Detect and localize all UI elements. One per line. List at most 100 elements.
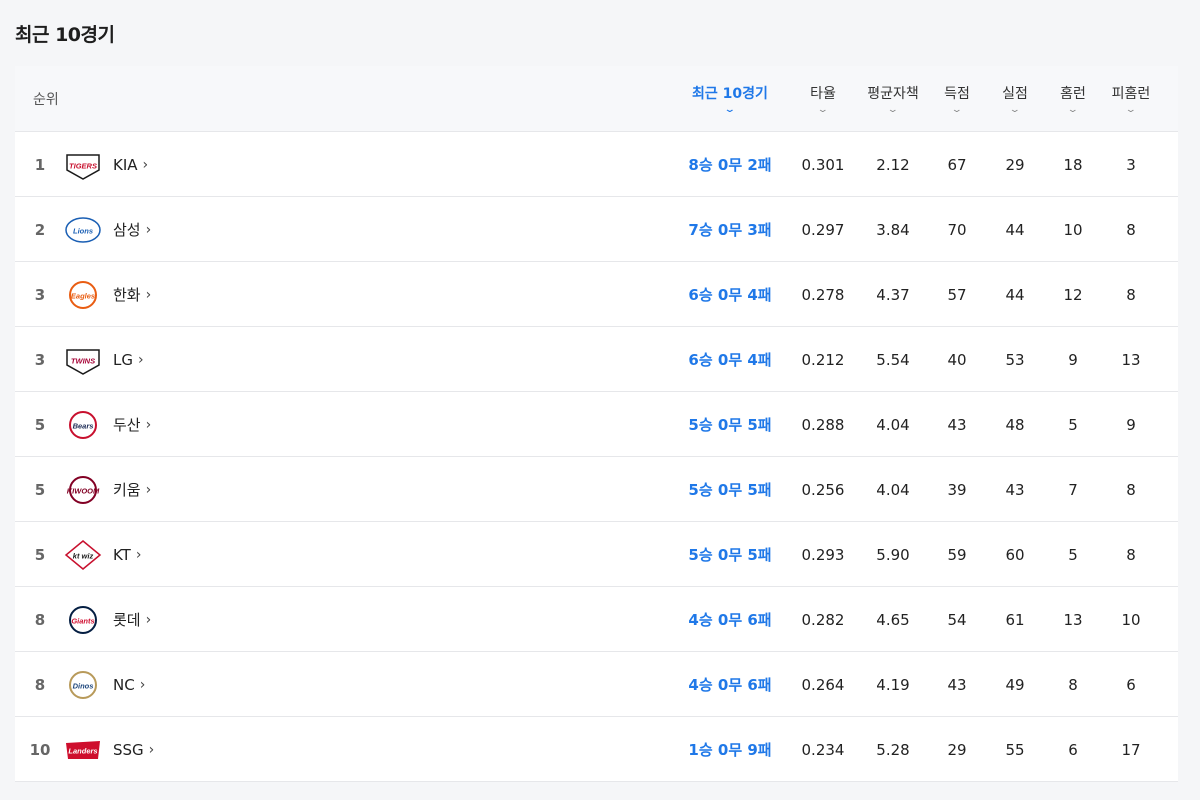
team-link[interactable]: KIA › [113, 132, 233, 197]
stat-era: 4.37 [876, 285, 910, 304]
ktwiz-logo-icon: kt wiz [64, 539, 102, 570]
rank-value: 2 [34, 220, 46, 239]
team-logo: Bears [63, 392, 103, 457]
team-name: SSG [113, 740, 144, 759]
stat-hra: 13 [1121, 350, 1141, 369]
rank-value: 1 [34, 155, 46, 174]
header-hr-label: 홈런 [1060, 86, 1086, 102]
stat-allowed: 48 [1005, 415, 1025, 434]
chevron-down-icon: ⌄ [886, 105, 900, 115]
rank-value: 8 [34, 610, 46, 629]
table-row[interactable]: 5 Bears 두산 › 5승 0무 5패 0.288 4.04 43 48 5 9 [15, 392, 1178, 457]
page-title: 최근 10경기 [15, 24, 115, 46]
stat-runs: 43 [947, 415, 967, 434]
rank-value: 5 [34, 545, 46, 564]
stat-avg: 0.301 [801, 155, 845, 174]
stat-hr: 5 [1068, 415, 1078, 434]
lions-logo-icon: Lions [65, 216, 101, 243]
standings-table: 순위 최근 10경기 ⌄ 타율 ⌄ 평균자책 ⌄ 득점 ⌄ 실점 ⌄ 홈런 ⌄ … [15, 66, 1178, 782]
table-row[interactable]: 3 Eagles 한화 › 6승 0무 4패 0.278 4.37 57 44 12 8 [15, 262, 1178, 327]
header-batting-average[interactable]: 타율 ⌄ [793, 66, 853, 132]
team-link[interactable]: LG › [113, 327, 233, 392]
chevron-down-icon: ⌄ [723, 105, 737, 115]
table-row[interactable]: 3 TWINS LG › 6승 0무 4패 0.212 5.54 40 53 9 13 [15, 327, 1178, 392]
stat-era: 3.84 [876, 220, 910, 239]
recent-10-record: 4승 0무 6패 [688, 611, 772, 629]
stat-avg: 0.293 [801, 545, 845, 564]
rank-value: 3 [34, 350, 46, 369]
stat-hr: 6 [1068, 740, 1078, 759]
team-logo: TWINS [63, 327, 103, 392]
team-name: 한화 [113, 286, 141, 304]
team-logo: Eagles [63, 262, 103, 327]
team-logo-text: TWINS [71, 356, 95, 365]
stat-hra: 8 [1126, 545, 1136, 564]
team-logo-text: TIGERS [69, 161, 97, 170]
team-link[interactable]: 롯데 › [113, 587, 233, 652]
team-logo: TIGERS [63, 132, 103, 197]
team-link[interactable]: SSG › [113, 717, 233, 782]
stat-hra: 8 [1126, 220, 1136, 239]
table-row[interactable]: 5 kt wiz KT › 5승 0무 5패 0.293 5.90 59 60 5 8 [15, 522, 1178, 587]
chevron-right-icon: › [139, 676, 146, 693]
team-name: 두산 [113, 416, 141, 434]
table-row[interactable]: 10 Landers SSG › 1승 0무 9패 0.234 5.28 29 55 6… [15, 717, 1178, 782]
team-name: 키움 [113, 481, 141, 499]
stat-runs: 40 [947, 350, 967, 369]
table-row[interactable]: 5 KIWOOM 키움 › 5승 0무 5패 0.256 4.04 39 43 7 8 [15, 457, 1178, 522]
header-home-runs[interactable]: 홈런 ⌄ [1048, 66, 1098, 132]
stat-allowed: 44 [1005, 285, 1025, 304]
team-name: KT [113, 545, 131, 564]
header-runs-allowed[interactable]: 실점 ⌄ [990, 66, 1040, 132]
team-logo: KIWOOM [63, 457, 103, 522]
stat-hr: 8 [1068, 675, 1078, 694]
stat-runs: 57 [947, 285, 967, 304]
chevron-down-icon: ⌄ [950, 105, 964, 115]
stat-hr: 12 [1063, 285, 1083, 304]
rank-value: 8 [34, 675, 46, 694]
table-row[interactable]: 8 Dinos NC › 4승 0무 6패 0.264 4.19 43 49 8 6 [15, 652, 1178, 717]
recent-10-record: 5승 0무 5패 [688, 481, 772, 499]
team-name: KIA [113, 155, 138, 174]
header-runs[interactable]: 득점 ⌄ [932, 66, 982, 132]
stat-hr: 18 [1063, 155, 1083, 174]
stat-era: 5.54 [876, 350, 910, 369]
stat-runs: 67 [947, 155, 967, 174]
stat-hra: 8 [1126, 480, 1136, 499]
stat-era: 5.90 [876, 545, 910, 564]
stat-avg: 0.212 [801, 350, 845, 369]
chevron-right-icon: › [145, 481, 152, 498]
table-row[interactable]: 1 TIGERS KIA › 8승 0무 2패 0.301 2.12 67 29 18 3 [15, 132, 1178, 197]
team-link[interactable]: NC › [113, 652, 233, 717]
recent-10-record: 5승 0무 5패 [688, 546, 772, 564]
table-row[interactable]: 8 Giants 롯데 › 4승 0무 6패 0.282 4.65 54 61 13 10 [15, 587, 1178, 652]
recent-10-record: 6승 0무 4패 [688, 351, 772, 369]
stat-era: 4.04 [876, 415, 910, 434]
table-row[interactable]: 2 Lions 삼성 › 7승 0무 3패 0.297 3.84 70 44 10 8 [15, 197, 1178, 262]
team-link[interactable]: 한화 › [113, 262, 233, 327]
stat-avg: 0.282 [801, 610, 845, 629]
stat-hr: 5 [1068, 545, 1078, 564]
stat-hra: 8 [1126, 285, 1136, 304]
chevron-down-icon: ⌄ [1066, 105, 1080, 115]
team-link[interactable]: KT › [113, 522, 233, 587]
header-era[interactable]: 평균자책 ⌄ [858, 66, 928, 132]
team-name: 삼성 [113, 221, 141, 239]
stat-runs: 59 [947, 545, 967, 564]
stat-hr: 7 [1068, 480, 1078, 499]
table-body: 1 TIGERS KIA › 8승 0무 2패 0.301 2.12 67 29 18 3… [15, 132, 1178, 782]
team-logo-text: Lions [73, 226, 93, 235]
header-recent-10-games[interactable]: 최근 10경기 ⌄ [670, 66, 790, 132]
giants-logo-icon: Giants [69, 605, 97, 634]
bears-logo-icon: Bears [69, 410, 97, 439]
kiwoom-logo-icon: KIWOOM [67, 475, 100, 504]
team-link[interactable]: 두산 › [113, 392, 233, 457]
stat-avg: 0.288 [801, 415, 845, 434]
chevron-down-icon: ⌄ [816, 105, 830, 115]
stat-avg: 0.297 [801, 220, 845, 239]
team-link[interactable]: 삼성 › [113, 197, 233, 262]
team-link[interactable]: 키움 › [113, 457, 233, 522]
stat-hr: 10 [1063, 220, 1083, 239]
header-home-runs-allowed[interactable]: 피홈런 ⌄ [1103, 66, 1159, 132]
recent-10-record: 1승 0무 9패 [688, 741, 772, 759]
